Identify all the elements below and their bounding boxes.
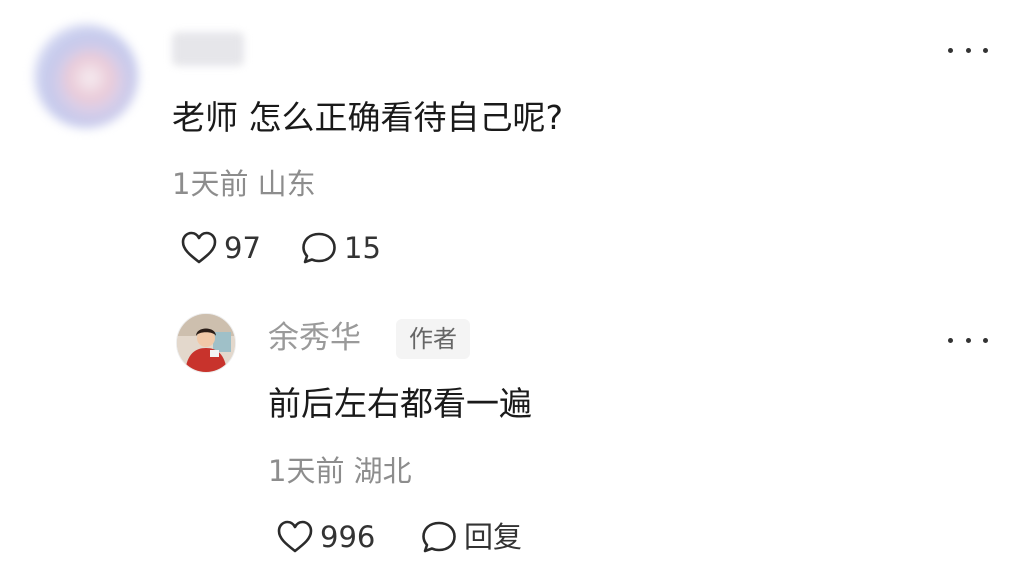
reply-label: 回复 [464,519,523,554]
author-badge: 作者 [396,319,470,359]
reply-text: 前后左右都看一遍 [268,384,532,423]
reply-count-button[interactable]: 15 [300,228,381,268]
reply-button[interactable]: 回复 [420,517,522,557]
comment-thread: 老师 怎么正确看待自己呢? 1天前 山东 97 15 余秀华 作者 前后左右都看… [0,0,1024,569]
like-count: 996 [320,519,376,554]
comment-meta: 1天前 山东 [172,167,316,201]
author-username[interactable]: 余秀华 [268,323,361,354]
author-avatar[interactable] [176,313,236,373]
heart-icon [277,520,313,553]
like-button[interactable]: 97 [180,228,261,268]
like-button[interactable]: 996 [276,517,375,557]
comment-text: 老师 怎么正确看待自己呢? [172,98,564,137]
reply-meta: 1天前 湖北 [268,454,412,488]
more-options-icon[interactable] [948,330,988,350]
more-options-icon[interactable] [948,40,988,60]
like-count: 97 [224,230,261,265]
speech-bubble-icon [302,232,336,264]
speech-bubble-icon [422,521,456,553]
heart-icon [181,231,217,264]
user-avatar[interactable] [34,24,138,128]
username-redacted[interactable] [172,32,244,66]
reply-count: 15 [344,230,381,265]
